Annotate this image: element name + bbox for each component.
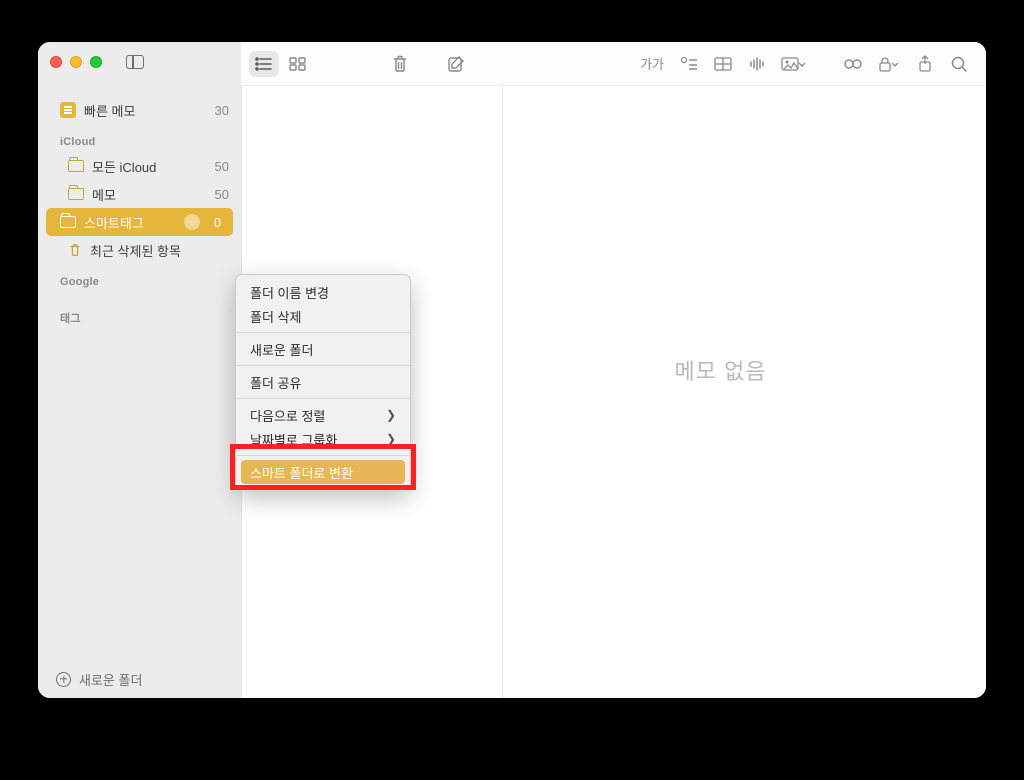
format-font-button[interactable]: 가가 bbox=[634, 51, 670, 77]
folder-icon bbox=[68, 188, 84, 200]
app-window: 빠른 메모 30 iCloud 모든 iCloud 50 메모 50 스마트태그… bbox=[38, 42, 986, 698]
media-button[interactable] bbox=[776, 51, 812, 77]
audio-button[interactable] bbox=[742, 51, 772, 77]
view-list-button[interactable] bbox=[249, 51, 279, 77]
note-detail-column: 메모 없음 bbox=[503, 42, 986, 698]
sidebar-section-google: Google bbox=[38, 264, 241, 292]
search-button[interactable] bbox=[944, 51, 974, 77]
sidebar-item-label: 스마트태그 bbox=[84, 213, 144, 232]
delete-note-button[interactable] bbox=[385, 51, 415, 77]
minimize-window-button[interactable] bbox=[70, 56, 82, 68]
ctx-separator bbox=[236, 455, 410, 456]
ctx-sort-by[interactable]: 다음으로 정렬 ❯ bbox=[236, 403, 410, 427]
new-folder-label: 새로운 폴더 bbox=[79, 670, 142, 689]
sidebar-item-count: 50 bbox=[215, 187, 231, 202]
close-window-button[interactable] bbox=[50, 56, 62, 68]
window-traffic-lights bbox=[50, 56, 102, 68]
titlebar-left bbox=[38, 42, 241, 82]
sidebar-body: 빠른 메모 30 iCloud 모든 iCloud 50 메모 50 스마트태그… bbox=[38, 82, 241, 660]
folder-icon bbox=[60, 216, 76, 228]
fullscreen-window-button[interactable] bbox=[90, 56, 102, 68]
ctx-separator bbox=[236, 398, 410, 399]
sidebar-item-count: 50 bbox=[215, 159, 231, 174]
ctx-item-label: 다음으로 정렬 bbox=[250, 406, 325, 425]
sidebar-item-count: 30 bbox=[215, 103, 231, 118]
format-font-label: 가가 bbox=[640, 54, 664, 73]
folder-icon bbox=[68, 160, 84, 172]
sidebar-item-smart-tag[interactable]: 스마트태그 ⋯ 0 bbox=[46, 208, 233, 236]
new-note-button[interactable] bbox=[441, 51, 471, 77]
toggle-sidebar-icon[interactable] bbox=[126, 55, 144, 69]
ctx-delete-folder[interactable]: 폴더 삭제 bbox=[236, 304, 410, 328]
more-icon[interactable]: ⋯ bbox=[184, 214, 200, 230]
sidebar-item-label: 빠른 메모 bbox=[84, 101, 135, 120]
chevron-right-icon: ❯ bbox=[386, 432, 396, 446]
sidebar-item-label: 모든 iCloud bbox=[92, 157, 156, 176]
ctx-convert-to-smart-folder[interactable]: 스마트 폴더로 변환 bbox=[241, 460, 405, 484]
ctx-share-folder[interactable]: 폴더 공유 bbox=[236, 370, 410, 394]
quick-note-icon bbox=[60, 102, 76, 118]
sidebar-section-icloud: iCloud bbox=[38, 124, 241, 152]
context-menu: 폴더 이름 변경 폴더 삭제 새로운 폴더 폴더 공유 다음으로 정렬 ❯ 날짜별… bbox=[235, 274, 411, 490]
lock-button[interactable] bbox=[872, 51, 906, 77]
sidebar-footer-new-folder[interactable]: 새로운 폴더 bbox=[38, 660, 241, 698]
sidebar-item-all-icloud[interactable]: 모든 iCloud 50 bbox=[38, 152, 241, 180]
ctx-new-folder[interactable]: 새로운 폴더 bbox=[236, 337, 410, 361]
ctx-item-label: 스마트 폴더로 변환 bbox=[250, 463, 353, 482]
ctx-item-label: 폴더 공유 bbox=[250, 373, 301, 392]
ctx-rename-folder[interactable]: 폴더 이름 변경 bbox=[236, 280, 410, 304]
trash-icon bbox=[68, 243, 82, 257]
ctx-item-label: 날짜별로 그룹화 bbox=[250, 430, 337, 449]
sidebar-item-count: 0 bbox=[214, 215, 223, 230]
plus-circle-icon bbox=[56, 672, 71, 687]
sidebar-item-notes[interactable]: 메모 50 bbox=[38, 180, 241, 208]
ctx-separator bbox=[236, 365, 410, 366]
toolbar: 가가 bbox=[241, 42, 986, 86]
view-grid-button[interactable] bbox=[283, 51, 313, 77]
sidebar-item-recently-deleted[interactable]: 최근 삭제된 항목 bbox=[38, 236, 241, 264]
ctx-group-by-date[interactable]: 날짜별로 그룹화 ❯ bbox=[236, 427, 410, 451]
checklist-button[interactable] bbox=[674, 51, 704, 77]
ctx-item-label: 새로운 폴더 bbox=[250, 340, 313, 359]
ctx-separator bbox=[236, 332, 410, 333]
sidebar-section-tags: 태그 bbox=[38, 292, 241, 330]
sidebar: 빠른 메모 30 iCloud 모든 iCloud 50 메모 50 스마트태그… bbox=[38, 42, 241, 698]
share-button[interactable] bbox=[910, 51, 940, 77]
ctx-item-label: 폴더 이름 변경 bbox=[250, 283, 329, 302]
sidebar-item-label: 메모 bbox=[92, 185, 116, 204]
empty-state-text: 메모 없음 bbox=[675, 354, 767, 386]
sidebar-item-quick-note[interactable]: 빠른 메모 30 bbox=[38, 96, 241, 124]
sidebar-item-label: 최근 삭제된 항목 bbox=[90, 241, 181, 260]
table-button[interactable] bbox=[708, 51, 738, 77]
chevron-right-icon: ❯ bbox=[386, 408, 396, 422]
ctx-item-label: 폴더 삭제 bbox=[250, 307, 301, 326]
link-button[interactable] bbox=[838, 51, 868, 77]
